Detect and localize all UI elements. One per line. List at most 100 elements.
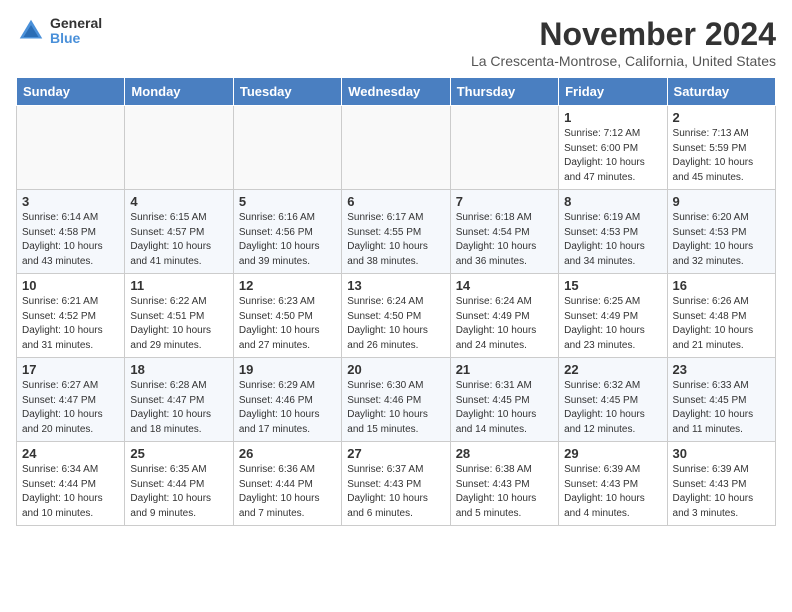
calendar-day-cell: 17Sunrise: 6:27 AM Sunset: 4:47 PM Dayli… [17, 358, 125, 442]
logo-general-text: General [50, 16, 102, 31]
calendar-day-cell: 30Sunrise: 6:39 AM Sunset: 4:43 PM Dayli… [667, 442, 775, 526]
calendar-day-cell: 10 Sunrise: 6:21 AM Sunset: 4:52 PM Dayli… [17, 274, 125, 358]
day-info: Sunrise: 6:36 AM Sunset: 4:44 PM Dayligh… [239, 463, 336, 521]
calendar-day-cell [125, 106, 233, 190]
calendar-week-row: 24Sunrise: 6:34 AM Sunset: 4:44 PM Dayli… [17, 442, 776, 526]
day-info: Sunrise: 6:22 AM Sunset: 4:51 PM Dayligh… [130, 295, 227, 353]
calendar-day-cell: 9Sunrise: 6:20 AM Sunset: 4:53 PM Daylig… [667, 190, 775, 274]
calendar-day-cell [342, 106, 450, 190]
day-number: 16 [673, 278, 770, 293]
logo: General Blue [16, 16, 102, 47]
day-number: 13 [347, 278, 444, 293]
header-saturday: Saturday [667, 78, 775, 106]
month-title: November 2024 [471, 16, 776, 53]
calendar-week-row: 1 Sunrise: 7:12 AM Sunset: 6:00 PM Daylig… [17, 106, 776, 190]
day-info: Sunrise: 6:39 AM Sunset: 4:43 PM Dayligh… [564, 463, 661, 521]
day-number: 11 [130, 278, 227, 293]
header-monday: Monday [125, 78, 233, 106]
calendar-day-cell: 4 Sunrise: 6:15 AM Sunset: 4:57 PM Daylig… [125, 190, 233, 274]
calendar-day-cell: 8 Sunrise: 6:19 AM Sunset: 4:53 PM Daylig… [559, 190, 667, 274]
day-info: Sunrise: 6:37 AM Sunset: 4:43 PM Dayligh… [347, 463, 444, 521]
day-number: 12 [239, 278, 336, 293]
day-number: 18 [130, 362, 227, 377]
day-info: Sunrise: 6:17 AM Sunset: 4:55 PM Dayligh… [347, 211, 444, 269]
day-number: 2 [673, 110, 770, 125]
calendar-day-cell: 15Sunrise: 6:25 AM Sunset: 4:49 PM Dayli… [559, 274, 667, 358]
day-info: Sunrise: 6:24 AM Sunset: 4:49 PM Dayligh… [456, 295, 553, 353]
calendar-day-cell: 12 Sunrise: 6:23 AM Sunset: 4:50 PM Dayli… [233, 274, 341, 358]
day-info: Sunrise: 6:31 AM Sunset: 4:45 PM Dayligh… [456, 379, 553, 437]
calendar-day-cell: 19 Sunrise: 6:29 AM Sunset: 4:46 PM Dayli… [233, 358, 341, 442]
day-info: Sunrise: 6:20 AM Sunset: 4:53 PM Dayligh… [673, 211, 770, 269]
day-info: Sunrise: 6:16 AM Sunset: 4:56 PM Dayligh… [239, 211, 336, 269]
day-info: Sunrise: 6:15 AM Sunset: 4:57 PM Dayligh… [130, 211, 227, 269]
calendar-header-row: SundayMondayTuesdayWednesdayThursdayFrid… [17, 78, 776, 106]
location-subtitle: La Crescenta-Montrose, California, Unite… [471, 53, 776, 69]
day-number: 19 [239, 362, 336, 377]
day-info: Sunrise: 6:39 AM Sunset: 4:43 PM Dayligh… [673, 463, 770, 521]
day-info: Sunrise: 6:14 AM Sunset: 4:58 PM Dayligh… [22, 211, 119, 269]
day-info: Sunrise: 6:29 AM Sunset: 4:46 PM Dayligh… [239, 379, 336, 437]
day-number: 14 [456, 278, 553, 293]
calendar-day-cell: 1 Sunrise: 7:12 AM Sunset: 6:00 PM Daylig… [559, 106, 667, 190]
day-info: Sunrise: 6:38 AM Sunset: 4:43 PM Dayligh… [456, 463, 553, 521]
calendar-day-cell: 23 Sunrise: 6:33 AM Sunset: 4:45 PM Dayli… [667, 358, 775, 442]
calendar-day-cell: 13 Sunrise: 6:24 AM Sunset: 4:50 PM Dayli… [342, 274, 450, 358]
day-info: Sunrise: 6:19 AM Sunset: 4:53 PM Dayligh… [564, 211, 661, 269]
day-info: Sunrise: 6:21 AM Sunset: 4:52 PM Dayligh… [22, 295, 119, 353]
calendar-day-cell: 2Sunrise: 7:13 AM Sunset: 5:59 PM Daylig… [667, 106, 775, 190]
day-info: Sunrise: 6:30 AM Sunset: 4:46 PM Dayligh… [347, 379, 444, 437]
calendar-table: SundayMondayTuesdayWednesdayThursdayFrid… [16, 77, 776, 526]
day-number: 24 [22, 446, 119, 461]
day-number: 15 [564, 278, 661, 293]
calendar-day-cell: 26Sunrise: 6:36 AM Sunset: 4:44 PM Dayli… [233, 442, 341, 526]
day-number: 4 [130, 194, 227, 209]
day-info: Sunrise: 6:28 AM Sunset: 4:47 PM Dayligh… [130, 379, 227, 437]
day-number: 20 [347, 362, 444, 377]
day-number: 27 [347, 446, 444, 461]
day-info: Sunrise: 6:33 AM Sunset: 4:45 PM Dayligh… [673, 379, 770, 437]
day-number: 3 [22, 194, 119, 209]
calendar-day-cell: 3 Sunrise: 6:14 AM Sunset: 4:58 PM Daylig… [17, 190, 125, 274]
day-number: 17 [22, 362, 119, 377]
day-number: 29 [564, 446, 661, 461]
calendar-day-cell: 24Sunrise: 6:34 AM Sunset: 4:44 PM Dayli… [17, 442, 125, 526]
title-area: November 2024 La Crescenta-Montrose, Cal… [471, 16, 776, 69]
calendar-day-cell: 21 Sunrise: 6:31 AM Sunset: 4:45 PM Dayli… [450, 358, 558, 442]
header-wednesday: Wednesday [342, 78, 450, 106]
calendar-week-row: 17Sunrise: 6:27 AM Sunset: 4:47 PM Dayli… [17, 358, 776, 442]
header: General Blue November 2024 La Crescenta-… [16, 16, 776, 69]
calendar-day-cell [233, 106, 341, 190]
day-number: 1 [564, 110, 661, 125]
day-number: 22 [564, 362, 661, 377]
logo-text: General Blue [50, 16, 102, 47]
day-info: Sunrise: 6:23 AM Sunset: 4:50 PM Dayligh… [239, 295, 336, 353]
header-sunday: Sunday [17, 78, 125, 106]
header-friday: Friday [559, 78, 667, 106]
calendar-day-cell: 16 Sunrise: 6:26 AM Sunset: 4:48 PM Dayli… [667, 274, 775, 358]
calendar-day-cell: 7Sunrise: 6:18 AM Sunset: 4:54 PM Daylig… [450, 190, 558, 274]
calendar-day-cell: 18 Sunrise: 6:28 AM Sunset: 4:47 PM Dayli… [125, 358, 233, 442]
day-info: Sunrise: 6:35 AM Sunset: 4:44 PM Dayligh… [130, 463, 227, 521]
day-number: 7 [456, 194, 553, 209]
day-number: 5 [239, 194, 336, 209]
day-number: 8 [564, 194, 661, 209]
calendar-day-cell: 6Sunrise: 6:17 AM Sunset: 4:55 PM Daylig… [342, 190, 450, 274]
day-number: 23 [673, 362, 770, 377]
calendar-day-cell [450, 106, 558, 190]
day-number: 21 [456, 362, 553, 377]
day-number: 28 [456, 446, 553, 461]
day-number: 10 [22, 278, 119, 293]
calendar-day-cell: 5 Sunrise: 6:16 AM Sunset: 4:56 PM Daylig… [233, 190, 341, 274]
calendar-day-cell: 27 Sunrise: 6:37 AM Sunset: 4:43 PM Dayli… [342, 442, 450, 526]
day-info: Sunrise: 6:24 AM Sunset: 4:50 PM Dayligh… [347, 295, 444, 353]
calendar-day-cell: 28 Sunrise: 6:38 AM Sunset: 4:43 PM Dayli… [450, 442, 558, 526]
header-tuesday: Tuesday [233, 78, 341, 106]
calendar-day-cell [17, 106, 125, 190]
day-info: Sunrise: 6:26 AM Sunset: 4:48 PM Dayligh… [673, 295, 770, 353]
day-info: Sunrise: 7:12 AM Sunset: 6:00 PM Dayligh… [564, 127, 661, 185]
calendar-day-cell: 25 Sunrise: 6:35 AM Sunset: 4:44 PM Dayli… [125, 442, 233, 526]
day-number: 25 [130, 446, 227, 461]
calendar-day-cell: 22Sunrise: 6:32 AM Sunset: 4:45 PM Dayli… [559, 358, 667, 442]
calendar-day-cell: 20 Sunrise: 6:30 AM Sunset: 4:46 PM Dayli… [342, 358, 450, 442]
